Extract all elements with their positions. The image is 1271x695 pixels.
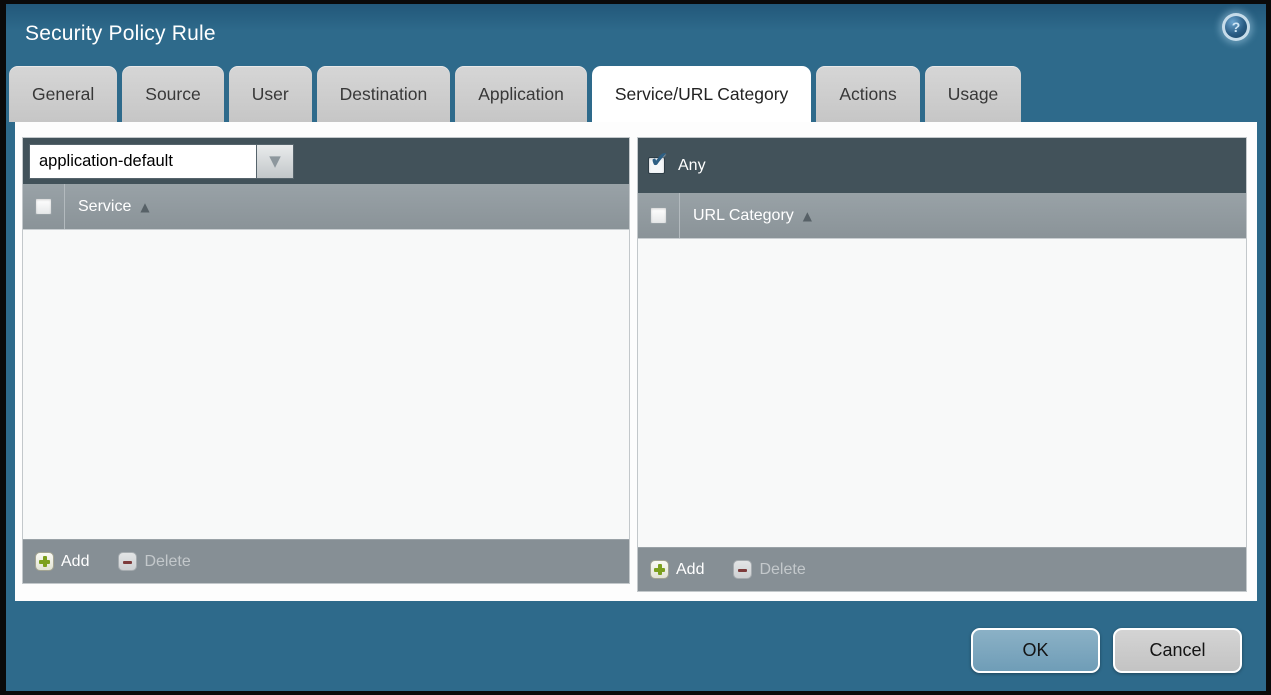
add-icon xyxy=(35,552,54,571)
add-button-label: Add xyxy=(676,560,705,578)
chevron-down-icon: ▼ xyxy=(269,151,281,170)
cancel-button[interactable]: Cancel xyxy=(1113,628,1242,673)
url-category-add-button[interactable]: Add xyxy=(650,560,704,579)
url-category-table-header: URL Category ▲ xyxy=(638,193,1246,239)
service-type-dropdown[interactable]: application-default ▼ xyxy=(29,143,294,179)
service-type-dropdown-value[interactable]: application-default xyxy=(29,143,257,179)
service-topbar: application-default ▼ xyxy=(23,138,629,184)
url-category-select-all-checkbox[interactable] xyxy=(650,207,667,224)
url-category-column-header[interactable]: URL Category xyxy=(693,207,794,225)
dialog-action-buttons: OK Cancel xyxy=(971,628,1242,673)
delete-button-label: Delete xyxy=(144,552,191,570)
service-panel: application-default ▼ Service ▲ Add Dele… xyxy=(22,137,630,584)
dialog-title: Security Policy Rule xyxy=(25,22,216,45)
tab-bar: General Source User Destination Applicat… xyxy=(9,66,1022,122)
add-button-label: Add xyxy=(61,552,90,570)
service-list-body[interactable] xyxy=(23,230,629,539)
checkmark-icon: ✔ xyxy=(650,148,669,173)
help-icon: ? xyxy=(1225,16,1247,38)
any-checkbox[interactable]: ✔ xyxy=(648,150,668,174)
delete-button-label: Delete xyxy=(759,560,806,578)
url-category-header-checkbox-cell xyxy=(638,193,680,238)
title-bar: Security Policy Rule xyxy=(6,4,1266,64)
tab-service-url-category[interactable]: Service/URL Category xyxy=(591,66,812,122)
service-table-header: Service ▲ xyxy=(23,184,629,230)
any-checkbox-label[interactable]: Any xyxy=(678,157,706,175)
url-category-footer: Add Delete xyxy=(638,547,1246,591)
service-footer: Add Delete xyxy=(23,539,629,583)
service-column-header[interactable]: Service xyxy=(78,198,131,216)
service-select-all-checkbox[interactable] xyxy=(35,198,52,215)
delete-icon xyxy=(118,552,138,571)
tab-content-area: application-default ▼ Service ▲ Add Dele… xyxy=(15,122,1257,601)
service-delete-button[interactable]: Delete xyxy=(118,552,191,571)
tab-application[interactable]: Application xyxy=(455,66,587,122)
url-category-list-body[interactable] xyxy=(638,239,1246,547)
url-category-panel: ✔ Any URL Category ▲ Add Delete xyxy=(637,137,1247,592)
service-type-dropdown-button[interactable]: ▼ xyxy=(257,143,294,179)
tab-source[interactable]: Source xyxy=(122,66,224,122)
tab-general[interactable]: General xyxy=(9,66,118,122)
tab-actions[interactable]: Actions xyxy=(816,66,920,122)
service-header-checkbox-cell xyxy=(23,184,65,229)
tab-usage[interactable]: Usage xyxy=(924,66,1022,122)
security-policy-rule-dialog: { "window": { "title": "Security Policy … xyxy=(0,0,1271,695)
url-category-delete-button[interactable]: Delete xyxy=(733,560,806,579)
ok-button[interactable]: OK xyxy=(971,628,1100,673)
sort-ascending-icon[interactable]: ▲ xyxy=(140,200,149,214)
tab-user[interactable]: User xyxy=(228,66,312,122)
delete-icon xyxy=(733,560,753,579)
url-category-topbar: ✔ Any xyxy=(638,138,1246,193)
sort-ascending-icon[interactable]: ▲ xyxy=(803,209,812,223)
tab-destination[interactable]: Destination xyxy=(316,66,451,122)
service-add-button[interactable]: Add xyxy=(35,552,89,571)
dialog-frame: Security Policy Rule ? General Source Us… xyxy=(6,4,1266,691)
add-icon xyxy=(650,560,669,579)
help-button[interactable]: ? xyxy=(1222,13,1250,41)
